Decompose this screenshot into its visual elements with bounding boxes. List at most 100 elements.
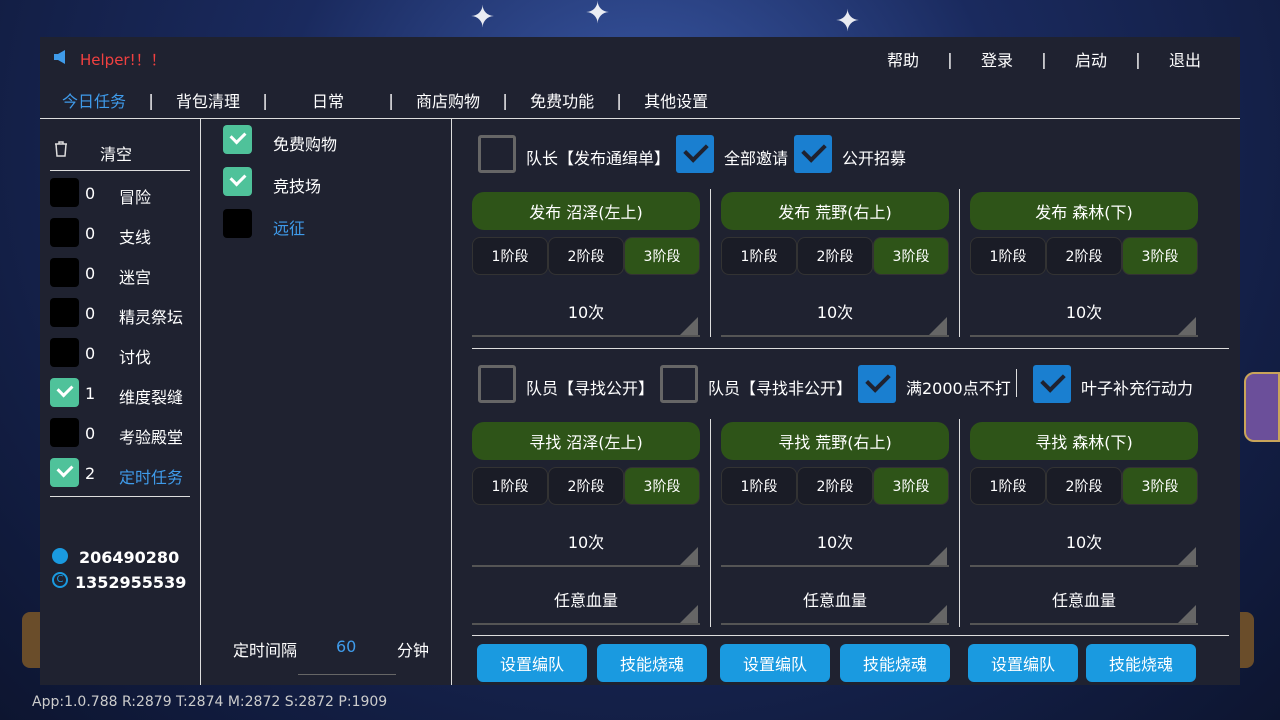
find-forest-button[interactable]: 寻找 森林(下) xyxy=(970,422,1198,460)
task-checkbox[interactable] xyxy=(50,458,79,487)
task-label[interactable]: 定时任务 xyxy=(119,464,183,488)
invite-all-checkbox[interactable] xyxy=(676,135,714,173)
tab-free-features[interactable]: 免费功能 xyxy=(522,88,602,112)
start-button[interactable]: 启动 xyxy=(1056,47,1126,71)
hp-dropdown[interactable]: 任意血量 xyxy=(472,583,700,625)
tab-bag-cleanup[interactable]: 背包清理 xyxy=(168,88,248,112)
tab-shop[interactable]: 商店购物 xyxy=(408,88,488,112)
times-dropdown[interactable]: 10次 xyxy=(970,525,1198,567)
skip-2000-checkbox[interactable] xyxy=(858,365,896,403)
stage-option[interactable]: 1阶段 xyxy=(472,237,548,275)
stage-option[interactable]: 3阶段 xyxy=(873,237,949,275)
task-label: 冒险 xyxy=(119,188,152,207)
divider xyxy=(451,119,452,685)
setup-team-button[interactable]: 设置编队 xyxy=(968,644,1078,682)
stage-option[interactable]: 3阶段 xyxy=(1122,237,1198,275)
stage-option[interactable]: 3阶段 xyxy=(624,237,700,275)
task-count: 1 xyxy=(85,384,96,403)
feature-label[interactable]: 远征 xyxy=(273,215,305,239)
background-frame xyxy=(1238,612,1254,668)
times-dropdown[interactable]: 10次 xyxy=(472,525,700,567)
option-label: 队员【寻找非公开】 xyxy=(708,379,853,398)
task-checkbox[interactable] xyxy=(50,258,79,287)
stage-option[interactable]: 2阶段 xyxy=(797,467,873,505)
stage-option[interactable]: 2阶段 xyxy=(548,237,624,275)
hp-dropdown[interactable]: 任意血量 xyxy=(721,583,949,625)
feature-checkbox[interactable] xyxy=(223,167,252,196)
task-checkbox[interactable] xyxy=(50,178,79,207)
divider xyxy=(959,189,960,337)
qq-number: 206490280 xyxy=(79,548,180,567)
divider xyxy=(472,635,1229,636)
times-dropdown[interactable]: 10次 xyxy=(721,525,949,567)
stage-option[interactable]: 3阶段 xyxy=(1122,467,1198,505)
times-dropdown[interactable]: 10次 xyxy=(721,295,949,337)
task-checkbox[interactable] xyxy=(50,378,79,407)
clear-button[interactable]: 清空 xyxy=(100,141,132,165)
task-count: 0 xyxy=(85,424,96,443)
tab-today-tasks[interactable]: 今日任务 xyxy=(54,88,134,112)
times-dropdown[interactable]: 10次 xyxy=(970,295,1198,337)
setup-team-button[interactable]: 设置编队 xyxy=(720,644,830,682)
stage-option[interactable]: 2阶段 xyxy=(797,237,873,275)
publish-forest-button[interactable]: 发布 森林(下) xyxy=(970,192,1198,230)
feature-checkbox[interactable] xyxy=(223,125,252,154)
tab-daily[interactable]: 日常 xyxy=(282,88,374,112)
stage-option[interactable]: 1阶段 xyxy=(472,467,548,505)
option-label: 叶子补充行动力 xyxy=(1081,379,1194,398)
member-private-checkbox[interactable] xyxy=(660,365,698,403)
publish-swamp-button[interactable]: 发布 沼泽(左上) xyxy=(472,192,700,230)
stage-option[interactable]: 2阶段 xyxy=(548,467,624,505)
member-public-checkbox[interactable] xyxy=(478,365,516,403)
task-label: 维度裂缝 xyxy=(119,388,184,407)
setup-team-button[interactable]: 设置编队 xyxy=(477,644,587,682)
publish-wilderness-button[interactable]: 发布 荒野(右上) xyxy=(721,192,949,230)
task-checkbox[interactable] xyxy=(50,338,79,367)
times-value: 10次 xyxy=(1065,303,1103,322)
exit-button[interactable]: 退出 xyxy=(1150,47,1220,71)
times-value: 10次 xyxy=(567,303,605,322)
stage-option[interactable]: 3阶段 xyxy=(624,467,700,505)
stage-selector: 1阶段 2阶段 3阶段 xyxy=(721,237,949,275)
version-badge[interactable] xyxy=(1244,372,1280,442)
divider xyxy=(472,348,1229,349)
hp-value: 任意血量 xyxy=(1051,591,1116,610)
skill-burn-button[interactable]: 技能烧魂 xyxy=(1086,644,1196,682)
login-button[interactable]: 登录 xyxy=(962,47,1032,71)
megaphone-icon xyxy=(54,50,65,64)
task-count: 0 xyxy=(85,344,96,363)
task-label: 考验殿堂 xyxy=(119,428,184,447)
task-checkbox[interactable] xyxy=(50,418,79,447)
stage-option[interactable]: 1阶段 xyxy=(970,467,1046,505)
task-label: 精灵祭坛 xyxy=(119,308,184,327)
interval-input[interactable]: 60 xyxy=(336,637,356,656)
stage-option[interactable]: 2阶段 xyxy=(1046,237,1122,275)
find-swamp-button[interactable]: 寻找 沼泽(左上) xyxy=(472,422,700,460)
task-count: 0 xyxy=(85,304,96,323)
stage-option[interactable]: 3阶段 xyxy=(873,467,949,505)
task-checkbox[interactable] xyxy=(50,298,79,327)
menu-separator: | xyxy=(1135,49,1141,69)
find-wilderness-button[interactable]: 寻找 荒野(右上) xyxy=(721,422,949,460)
tab-bar: 今日任务 | 背包清理 | 日常 | 商店购物 | 免费功能 | 其他设置 xyxy=(40,85,1240,115)
divider xyxy=(710,189,711,337)
feature-checkbox[interactable] xyxy=(223,209,252,238)
trash-icon[interactable] xyxy=(54,141,68,157)
hp-dropdown[interactable]: 任意血量 xyxy=(970,583,1198,625)
times-dropdown[interactable]: 10次 xyxy=(472,295,700,337)
public-recruit-checkbox[interactable] xyxy=(794,135,832,173)
task-checkbox[interactable] xyxy=(50,218,79,247)
leaf-refill-checkbox[interactable] xyxy=(1033,365,1071,403)
help-button[interactable]: 帮助 xyxy=(868,47,938,71)
stage-option[interactable]: 1阶段 xyxy=(970,237,1046,275)
stage-option[interactable]: 1阶段 xyxy=(721,237,797,275)
skill-burn-button[interactable]: 技能烧魂 xyxy=(597,644,707,682)
captain-checkbox[interactable] xyxy=(478,135,516,173)
stage-option[interactable]: 2阶段 xyxy=(1046,467,1122,505)
stage-selector: 1阶段 2阶段 3阶段 xyxy=(970,237,1198,275)
tab-separator: | xyxy=(388,90,394,110)
stage-option[interactable]: 1阶段 xyxy=(721,467,797,505)
tab-other-settings[interactable]: 其他设置 xyxy=(636,88,716,112)
divider xyxy=(959,419,960,627)
skill-burn-button[interactable]: 技能烧魂 xyxy=(840,644,950,682)
